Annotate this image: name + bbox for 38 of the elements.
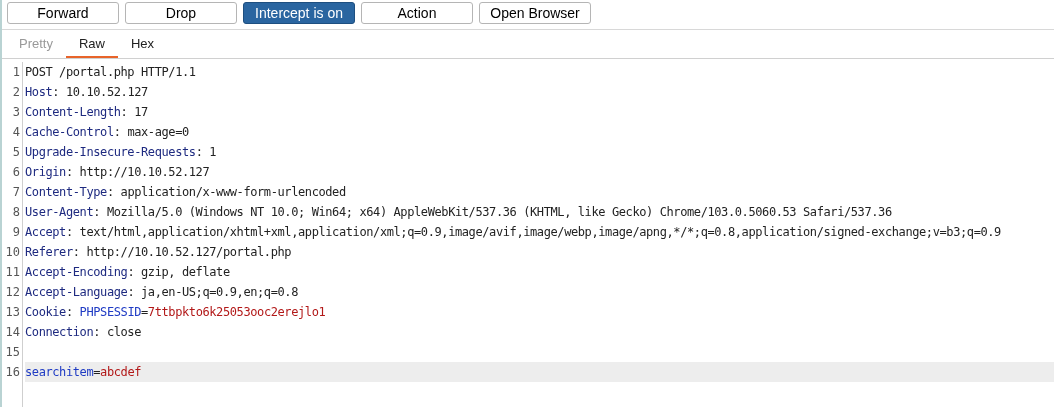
- line-number: 11: [4, 264, 21, 281]
- line-number: 13: [4, 304, 21, 321]
- line-number: 15: [4, 344, 21, 361]
- toolbar-button[interactable]: Action: [361, 2, 473, 24]
- line-number: 8: [11, 204, 21, 221]
- code-line: Referer: http://10.10.52.127/portal.php: [25, 245, 292, 259]
- line-number: 5: [11, 144, 21, 161]
- code-line: Connection: close: [25, 325, 142, 339]
- toolbar-button[interactable]: Drop: [125, 2, 237, 24]
- code-line: Cache-Control: max-age=0: [25, 125, 189, 139]
- line-number: 10: [4, 244, 21, 261]
- toolbar-button[interactable]: Forward: [7, 2, 119, 24]
- line-number: 16: [4, 364, 21, 381]
- line-number: 9: [11, 224, 21, 241]
- code-line: searchitem=abcdef: [25, 365, 142, 379]
- view-tab[interactable]: Hex: [118, 30, 168, 58]
- line-number: 4: [11, 124, 21, 141]
- code-line: Accept-Encoding: gzip, deflate: [25, 265, 230, 279]
- code-line: POST /portal.php HTTP/1.1: [25, 65, 196, 79]
- code-line: Upgrade-Insecure-Requests: 1: [25, 145, 217, 159]
- line-number: 2: [11, 84, 21, 101]
- toolbar-button[interactable]: Intercept is on: [243, 2, 355, 24]
- view-tab[interactable]: Raw: [65, 30, 118, 58]
- code-line: Accept-Language: ja,en-US;q=0.9,en;q=0.8: [25, 285, 298, 299]
- line-number: 14: [4, 324, 21, 341]
- line-number: 3: [11, 104, 21, 121]
- code-line: Host: 10.10.52.127: [25, 85, 148, 99]
- code-line: Accept: text/html,application/xhtml+xml,application/xml;q=0.9,image/avif,image/webp,image/apng,*/*;q=0.8,application/signed-exchange;v=b3;q=0.9: [25, 225, 1001, 239]
- code-line: Origin: http://10.10.52.127: [25, 165, 210, 179]
- code-line: Cookie: PHPSESSID=7ttbpkto6k25053ooc2erejlo1: [25, 305, 326, 319]
- line-number: 7: [11, 184, 21, 201]
- toolbar-button[interactable]: Open Browser: [479, 2, 591, 24]
- code-line: User-Agent: Mozilla/5.0 (Windows NT 10.0; Win64; x64) AppleWebKit/537.36 (KHTML, like Gecko) Chrome/103.0.5060.53 Safari/537.36: [25, 205, 892, 219]
- line-number: 1: [11, 64, 21, 81]
- line-number: 6: [11, 164, 21, 181]
- code-line: Content-Type: application/x-www-form-urlencoded: [25, 185, 346, 199]
- code-line: Content-Length: 17: [25, 105, 148, 119]
- line-number: 12: [4, 284, 21, 301]
